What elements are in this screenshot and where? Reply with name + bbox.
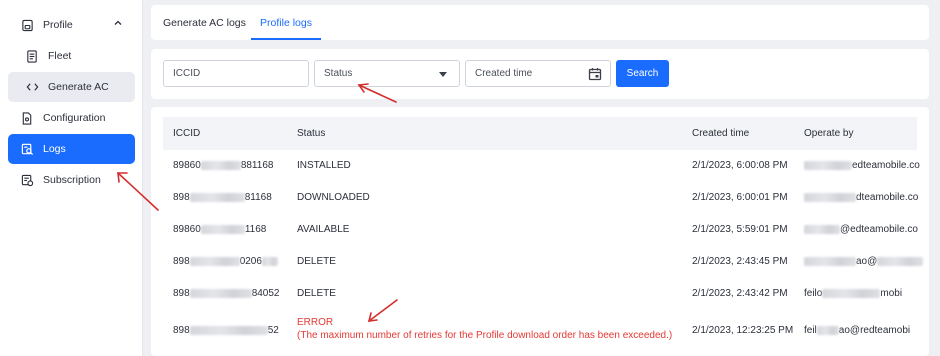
table-header: ICCID Status Created time Operate by	[163, 117, 917, 150]
redacted-mask	[877, 256, 924, 266]
created-time-picker[interactable]	[465, 60, 611, 87]
redacted-mask	[261, 256, 278, 266]
subscription-icon	[20, 173, 34, 187]
iccid-input[interactable]	[173, 68, 308, 79]
operate-by-cell: feilo mobi	[804, 288, 903, 299]
redacted-mask	[200, 224, 245, 234]
config-file-icon	[20, 111, 34, 125]
created-time-cell: 2/1/2023, 6:00:08 PM	[692, 160, 788, 171]
profile-icon	[20, 18, 34, 32]
tab-generate-ac-logs[interactable]: Generate AC logs	[163, 5, 246, 40]
document-icon	[25, 49, 39, 63]
status-cell: INSTALLED	[297, 160, 351, 171]
operate-by-cell: dteamobile.co	[804, 192, 918, 203]
error-detail: (The maximum number of retries for the P…	[297, 330, 673, 341]
redacted-mask	[200, 160, 241, 170]
column-header-operate-by: Operate by	[804, 128, 854, 139]
sidebar-item-subscription[interactable]: Subscription	[8, 165, 135, 195]
status-select-value: Status	[324, 68, 353, 79]
profile-logs-table: ICCID Status Created time Operate by 898…	[151, 107, 929, 356]
redacted-mask	[804, 192, 856, 202]
filter-bar: Status Search	[151, 49, 929, 99]
created-time-cell: 2/1/2023, 2:43:45 PM	[692, 256, 788, 267]
iccid-cell: 898 84052	[173, 288, 280, 299]
created-time-cell: 2/1/2023, 5:59:01 PM	[692, 224, 788, 235]
search-button[interactable]: Search	[616, 60, 669, 87]
calendar-icon[interactable]	[588, 67, 602, 81]
tab-bar: Generate AC logs Profile logs	[151, 5, 929, 40]
code-icon	[25, 80, 39, 94]
sidebar-item-label: Logs	[43, 143, 66, 155]
redacted-mask	[816, 325, 839, 335]
operate-by-cell: edteamobile.co	[804, 160, 920, 171]
redacted-mask	[804, 256, 856, 266]
column-header-iccid: ICCID	[173, 128, 201, 139]
logs-search-icon	[20, 142, 34, 156]
column-header-status: Status	[297, 128, 326, 139]
sidebar: Profile Fleet Generate AC Configuration …	[0, 0, 143, 356]
redacted-mask	[804, 224, 840, 234]
status-cell: DELETE	[297, 256, 336, 267]
status-cell: AVAILABLE	[297, 224, 350, 235]
iccid-filter[interactable]	[163, 60, 309, 87]
status-select[interactable]: Status	[314, 60, 460, 87]
redacted-mask	[189, 256, 240, 266]
status-cell: DOWNLOADED	[297, 192, 370, 203]
sidebar-item-configuration[interactable]: Configuration	[8, 103, 135, 133]
iccid-cell: 898 52	[173, 325, 279, 336]
column-header-created-time: Created time	[692, 128, 750, 139]
chevron-up-icon[interactable]	[113, 18, 123, 28]
tab-profile-logs[interactable]: Profile logs	[251, 5, 321, 40]
sidebar-item-fleet[interactable]: Fleet	[8, 41, 135, 71]
created-time-cell: 2/1/2023, 2:43:42 PM	[692, 288, 788, 299]
sidebar-item-label: Configuration	[43, 112, 106, 124]
operate-by-cell: feil ao@redteamobi	[804, 325, 911, 336]
status-cell: DELETE	[297, 288, 336, 299]
iccid-cell: 89860 1168	[173, 224, 267, 235]
iccid-cell: 898 0206	[173, 256, 278, 267]
iccid-cell: 898 81168	[173, 192, 272, 203]
sidebar-item-label: Subscription	[43, 174, 101, 186]
redacted-mask	[804, 160, 852, 170]
operate-by-cell: @edteamobile.co	[804, 224, 918, 235]
created-time-cell: 2/1/2023, 12:23:25 PM	[692, 325, 794, 336]
redacted-mask	[822, 288, 881, 298]
sidebar-item-logs[interactable]: Logs	[8, 134, 135, 164]
created-time-cell: 2/1/2023, 6:00:01 PM	[692, 192, 788, 203]
iccid-cell: 89860 881168	[173, 160, 274, 171]
redacted-mask	[189, 288, 252, 298]
caret-down-icon	[439, 72, 447, 77]
sidebar-item-label: Profile	[43, 19, 73, 31]
sidebar-item-label: Fleet	[48, 50, 72, 62]
status-cell-error: ERROR	[297, 317, 334, 328]
sidebar-item-generate-ac[interactable]: Generate AC	[8, 72, 135, 102]
operate-by-cell: ao@	[804, 256, 924, 267]
sidebar-item-profile[interactable]: Profile	[8, 10, 135, 40]
sidebar-item-label: Generate AC	[48, 81, 109, 93]
redacted-mask	[189, 192, 245, 202]
redacted-mask	[189, 325, 268, 335]
